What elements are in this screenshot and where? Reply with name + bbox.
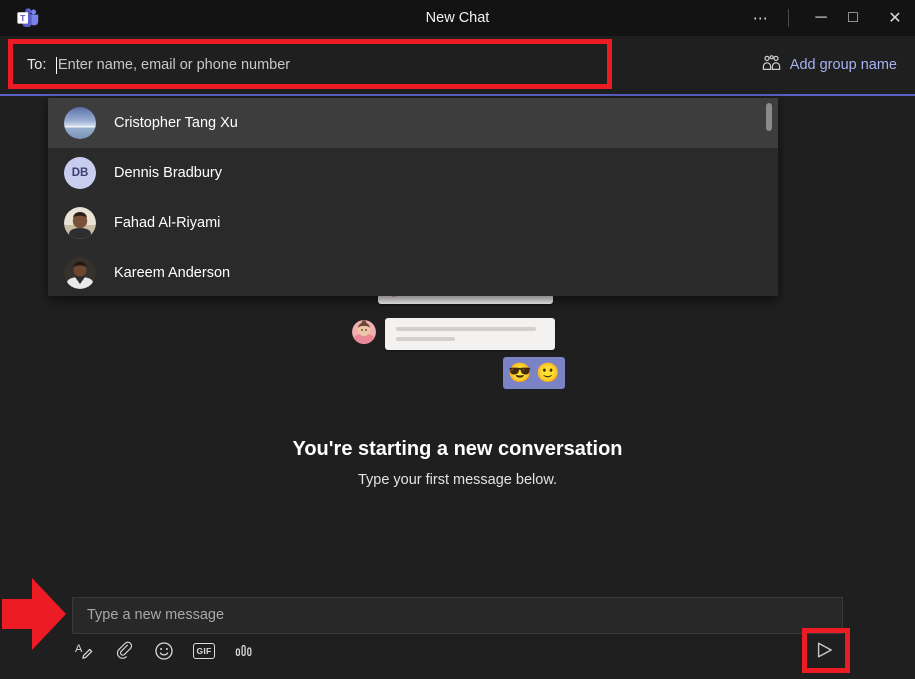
attach-icon[interactable] — [113, 640, 135, 662]
dropdown-scrollbar[interactable] — [766, 103, 772, 131]
sticker-icon[interactable] — [233, 640, 255, 662]
compose-placeholder: Type a new message — [87, 598, 224, 633]
recipient-to-field[interactable]: Enter name, email or phone number — [56, 36, 290, 94]
suggestion-item-fahad-al-riyami[interactable]: Fahad Al-Riyami — [48, 198, 778, 248]
title-bar: T New Chat ⋯ ─ □ ✕ — [0, 0, 915, 36]
suggestion-name: Dennis Bradbury — [114, 165, 222, 181]
illustration-reactions: 😎 🙂 — [503, 357, 565, 389]
suggestion-item-kareem-anderson[interactable]: Kareem Anderson — [48, 248, 778, 296]
recipient-bar: To: Enter name, email or phone number Ad… — [0, 36, 915, 94]
avatar — [64, 107, 96, 139]
message-compose-input[interactable]: Type a new message — [72, 597, 843, 634]
emoji-icon[interactable] — [153, 640, 175, 662]
avatar-initials: DB — [64, 157, 96, 189]
avatar — [64, 257, 96, 289]
suggestion-name: Cristopher Tang Xu — [114, 115, 238, 131]
add-group-name-button[interactable]: Add group name — [762, 36, 897, 94]
suggestion-name: Kareem Anderson — [114, 265, 230, 281]
svg-text:A: A — [75, 643, 83, 655]
compose-toolbar: A GIF — [73, 640, 255, 662]
window-close-button[interactable]: ✕ — [880, 0, 910, 36]
gif-icon[interactable]: GIF — [193, 640, 215, 662]
suggestion-name: Fahad Al-Riyami — [114, 215, 220, 231]
smiley-emoji-icon: 🙂 — [536, 364, 560, 383]
person-avatar-icon — [352, 320, 376, 344]
window-more-options-button[interactable]: ⋯ — [744, 0, 778, 36]
text-caret — [56, 57, 57, 74]
gif-icon-label: GIF — [193, 643, 215, 659]
suggestion-item-cristopher-tang-xu[interactable]: Cristopher Tang Xu — [48, 98, 778, 148]
window-maximize-button[interactable]: □ — [838, 0, 868, 36]
teams-new-chat-window: T New Chat ⋯ ─ □ ✕ To: Enter name, email… — [0, 0, 915, 679]
to-label: To: — [27, 36, 46, 94]
empty-state-title: You're starting a new conversation — [0, 438, 915, 461]
avatar — [64, 207, 96, 239]
recipient-suggestions-dropdown[interactable]: Cristopher Tang Xu DB Dennis Bradbury — [48, 98, 778, 296]
people-group-icon — [762, 55, 781, 76]
add-group-name-label: Add group name — [790, 57, 897, 73]
send-button[interactable] — [806, 632, 844, 668]
avatar: DB — [64, 157, 96, 189]
illustration-text-card — [385, 318, 555, 350]
window-minimize-button[interactable]: ─ — [806, 0, 836, 36]
sunglasses-emoji-icon: 😎 — [508, 364, 532, 383]
format-icon[interactable]: A — [73, 640, 95, 662]
window-controls-divider — [788, 9, 789, 27]
recipient-input-placeholder: Enter name, email or phone number — [58, 57, 290, 73]
suggestion-item-dennis-bradbury[interactable]: DB Dennis Bradbury — [48, 148, 778, 198]
empty-state-subtitle: Type your first message below. — [0, 472, 915, 488]
header-accent-line — [0, 94, 915, 96]
annotation-arrow-icon — [2, 578, 82, 650]
